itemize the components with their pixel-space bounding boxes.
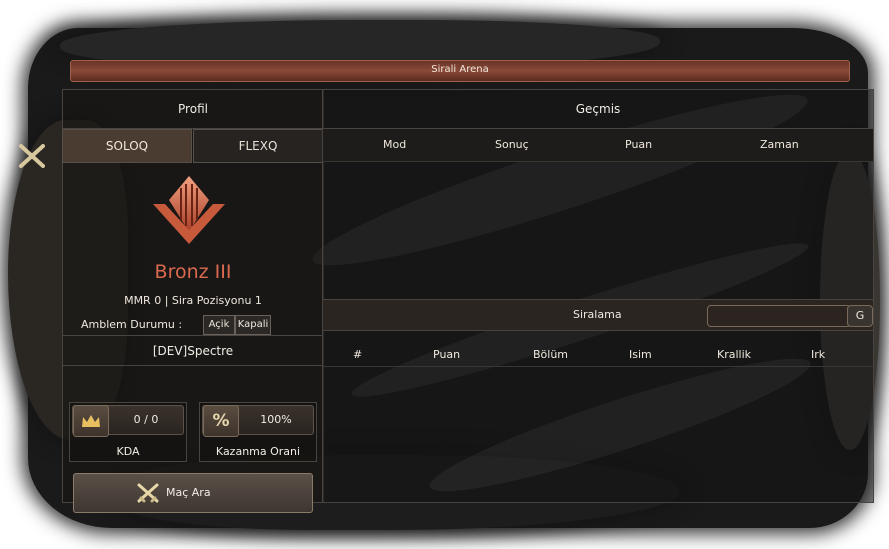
win-rate-label: Kazanma Orani xyxy=(215,445,301,458)
win-rate-box: % 100% Kazanma Orani xyxy=(199,402,317,462)
history-header: Geçmis xyxy=(323,90,873,129)
rank-label: Bronz III xyxy=(154,261,232,283)
col-rank-number[interactable]: # xyxy=(353,348,362,361)
window-title: Sirali Arena xyxy=(431,64,489,75)
col-result[interactable]: Sonuç xyxy=(495,138,529,151)
crossed-swords-icon xyxy=(137,483,159,503)
mmr-info: MMR 0 | Sira Pozisyonu 1 xyxy=(124,294,262,307)
history-column-headers: Mod Sonuç Puan Zaman xyxy=(323,129,873,162)
col-time[interactable]: Zaman xyxy=(760,138,799,151)
profile-panel: Profil SOLOQ FLEXQ Bronz III MMR 0 | Sir… xyxy=(62,89,324,513)
col-mod[interactable]: Mod xyxy=(383,138,406,151)
win-rate-value-bar: % 100% xyxy=(202,405,314,437)
percent-icon: % xyxy=(203,405,239,437)
emblem-on-button[interactable]: Açik xyxy=(203,315,235,335)
col-name[interactable]: Isim xyxy=(629,348,652,361)
divider xyxy=(63,335,323,336)
title-bar[interactable]: Sirali Arena xyxy=(70,60,850,82)
kda-value: 0 / 0 xyxy=(133,413,159,426)
col-division[interactable]: Bölüm xyxy=(533,348,568,361)
col-rank-points[interactable]: Puan xyxy=(433,348,460,361)
kda-value-bar: 0 / 0 xyxy=(72,405,184,437)
ranking-search-input[interactable] xyxy=(707,305,851,327)
ranking-column-headers: # Puan Bölüm Isim Krallik Irk xyxy=(323,344,873,367)
ranking-search-button[interactable]: G xyxy=(847,305,873,327)
tab-soloq[interactable]: SOLOQ xyxy=(62,129,192,163)
kda-box: 0 / 0 KDA xyxy=(69,402,187,462)
arena-window: Sirali Arena Profil SOLOQ FLEXQ Bronz II… xyxy=(58,58,874,513)
kda-label: KDA xyxy=(116,445,140,458)
profile-header: Profil xyxy=(63,90,323,129)
player-name: [DEV]Spectre xyxy=(152,344,234,358)
divider xyxy=(63,365,323,366)
col-points[interactable]: Puan xyxy=(625,138,652,151)
find-match-label: Maç Ara xyxy=(166,486,211,499)
emblem-off-button[interactable]: Kapali xyxy=(235,315,271,335)
crown-icon xyxy=(73,405,109,437)
win-rate-value: 100% xyxy=(260,413,292,426)
find-match-button[interactable]: Maç Ara xyxy=(73,473,313,513)
col-kingdom[interactable]: Krallik xyxy=(717,348,751,361)
col-race[interactable]: Irk xyxy=(811,348,825,361)
ranking-bar: Siralama G xyxy=(323,299,873,331)
tab-flexq[interactable]: FLEXQ xyxy=(193,129,323,163)
emblem-icon xyxy=(153,176,225,244)
history-panel: Geçmis Mod Sonuç Puan Zaman Siralama G #… xyxy=(322,89,874,503)
emblem-status-label: Amblem Durumu : xyxy=(81,318,183,331)
ranking-header: Siralama xyxy=(573,308,622,321)
crossed-swords-icon xyxy=(19,144,45,168)
